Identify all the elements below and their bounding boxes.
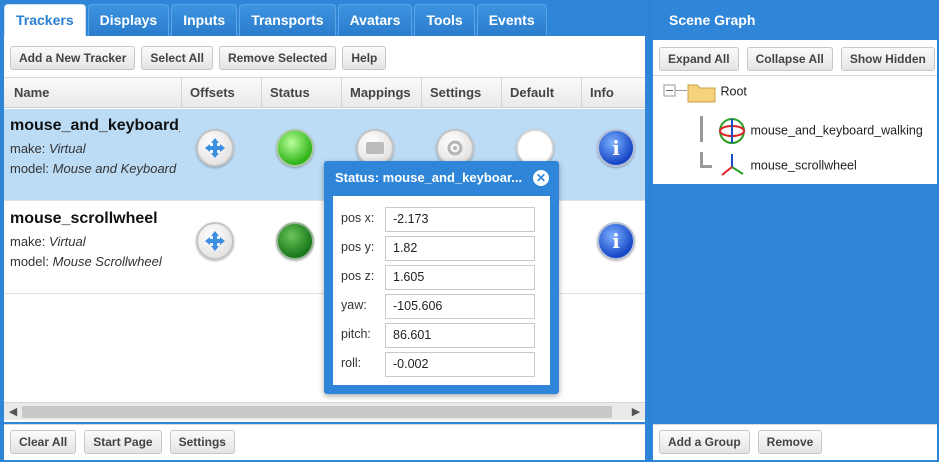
tree-node-root[interactable]: Root <box>687 81 747 103</box>
tracker-name: mouse_scrollwheel <box>10 210 158 227</box>
roll-label: roll: <box>341 356 362 370</box>
make-value: Virtual <box>49 234 86 249</box>
pos-x-label: pos x: <box>341 211 375 225</box>
make-label: make: <box>10 141 46 156</box>
pitch-row: pitch: 86.601 <box>333 321 550 350</box>
tab-avatars[interactable]: Avatars <box>337 4 413 36</box>
column-info[interactable]: Info <box>582 78 645 108</box>
status-light-icon <box>276 222 314 260</box>
pos-z-label: pos z: <box>341 269 375 283</box>
trackers-footer: Clear All Start Page Settings <box>4 424 645 460</box>
column-status[interactable]: Status <box>262 78 342 108</box>
scroll-right-icon[interactable]: ▶ <box>629 404 643 420</box>
model-label: model: <box>10 254 50 269</box>
horizontal-scrollbar[interactable]: ◀ ▶ <box>4 402 645 420</box>
model-value: Mouse and Keyboard Walking <box>52 161 180 176</box>
move-arrows-icon <box>196 222 234 260</box>
status-button[interactable] <box>276 129 316 169</box>
start-page-button[interactable]: Start Page <box>84 430 162 454</box>
pitch-label: pitch: <box>341 327 371 341</box>
column-mappings[interactable]: Mappings <box>342 78 422 108</box>
model-value: Mouse Scrollwheel <box>52 254 162 269</box>
yaw-row: yaw: -105.606 <box>333 292 550 321</box>
close-icon[interactable]: ✕ <box>533 170 549 186</box>
folder-icon <box>687 84 716 103</box>
model-label: model: <box>10 161 50 176</box>
info-button[interactable]: i <box>597 222 637 262</box>
tab-tools[interactable]: Tools <box>414 4 475 36</box>
add-tracker-button[interactable]: Add a New Tracker <box>10 46 136 70</box>
scene-graph-panel: Scene Graph Expand All Collapse All Show… <box>651 0 939 462</box>
tracker-name-cell: mouse_and_keyboard_walking make: Virtual… <box>10 117 180 179</box>
tracker-name: mouse_and_keyboard_walking <box>10 117 180 134</box>
roll-field[interactable]: -0.002 <box>385 352 535 377</box>
scroll-left-icon[interactable]: ◀ <box>6 404 20 420</box>
scene-graph-toolbar: Expand All Collapse All Show Hidden <box>653 40 937 76</box>
tracker-name-cell: mouse_scrollwheel make: Virtual model: M… <box>10 210 180 272</box>
tab-inputs[interactable]: Inputs <box>171 4 238 36</box>
tracker-make: make: Virtual <box>10 139 180 159</box>
scrollbar-thumb[interactable] <box>22 406 612 418</box>
make-label: make: <box>10 234 46 249</box>
status-popup: Status: mouse_and_keyboar... ✕ pos x: -2… <box>324 161 559 394</box>
column-offsets[interactable]: Offsets <box>182 78 262 108</box>
expand-all-button[interactable]: Expand All <box>659 47 739 71</box>
settings-footer-button[interactable]: Settings <box>169 430 235 454</box>
pos-x-field[interactable]: -2.173 <box>385 207 535 232</box>
info-icon: i <box>597 222 635 260</box>
move-arrows-icon <box>196 129 234 167</box>
pos-x-row: pos x: -2.173 <box>333 205 550 234</box>
axis-arrows-icon <box>721 154 744 176</box>
tab-bar: Trackers Displays Inputs Transports Avat… <box>4 4 547 36</box>
offsets-button[interactable] <box>196 129 236 169</box>
tab-displays[interactable]: Displays <box>87 4 170 36</box>
info-button[interactable]: i <box>597 129 637 169</box>
pos-y-row: pos y: 1.82 <box>333 234 550 263</box>
tab-events[interactable]: Events <box>476 4 547 36</box>
axis-gizmo-icon <box>719 118 745 144</box>
info-icon: i <box>597 129 635 167</box>
make-value: Virtual <box>49 141 86 156</box>
yaw-label: yaw: <box>341 298 367 312</box>
column-name[interactable]: Name <box>4 78 182 108</box>
pitch-field[interactable]: 86.601 <box>385 323 535 348</box>
popup-body: pos x: -2.173 pos y: 1.82 pos z: 1.605 y… <box>333 196 550 385</box>
tab-trackers[interactable]: Trackers <box>4 4 86 36</box>
clear-all-button[interactable]: Clear All <box>10 430 77 454</box>
pos-y-field[interactable]: 1.82 <box>385 236 535 261</box>
column-default[interactable]: Default <box>502 78 582 108</box>
tab-transports[interactable]: Transports <box>239 4 336 36</box>
tree-node-label: mouse_and_keyboard_walking <box>750 123 923 138</box>
scene-graph-title: Scene Graph <box>669 12 756 28</box>
table-header: Name Offsets Status Mappings Settings De… <box>4 78 645 108</box>
show-hidden-button[interactable]: Show Hidden <box>840 47 935 71</box>
roll-row: roll: -0.002 <box>333 350 550 379</box>
tracker-model: model: Mouse Scrollwheel <box>10 252 180 272</box>
scene-graph-footer: Add a Group Remove <box>653 424 937 460</box>
column-settings[interactable]: Settings <box>422 78 502 108</box>
collapse-all-button[interactable]: Collapse All <box>746 47 833 71</box>
tracker-make: make: Virtual <box>10 232 180 252</box>
tracker-model: model: Mouse and Keyboard Walking <box>10 159 180 179</box>
tree-node-label: Root <box>720 84 747 99</box>
remove-selected-button[interactable]: Remove Selected <box>218 46 337 70</box>
offsets-button[interactable] <box>196 222 236 262</box>
remove-button[interactable]: Remove <box>757 430 823 454</box>
pos-z-field[interactable]: 1.605 <box>385 265 535 290</box>
select-all-button[interactable]: Select All <box>141 46 213 70</box>
status-button[interactable] <box>276 222 316 262</box>
popup-title: Status: mouse_and_keyboar... <box>335 170 523 185</box>
tree-node-mouse-scrollwheel[interactable]: mouse_scrollwheel <box>717 151 857 181</box>
tree-node-label: mouse_scrollwheel <box>750 158 857 173</box>
help-button[interactable]: Help <box>342 46 387 70</box>
pos-z-row: pos z: 1.605 <box>333 263 550 292</box>
status-light-icon <box>276 129 314 167</box>
yaw-field[interactable]: -105.606 <box>385 294 535 319</box>
trackers-toolbar: Add a New Tracker Select All Remove Sele… <box>4 36 645 78</box>
pos-y-label: pos y: <box>341 240 375 254</box>
add-group-button[interactable]: Add a Group <box>659 430 750 454</box>
tree-node-mouse-and-keyboard[interactable]: mouse_and_keyboard_walking <box>717 116 923 146</box>
scene-graph-tree: Root mouse_and_keyboard_walking mouse_sc… <box>653 76 937 184</box>
